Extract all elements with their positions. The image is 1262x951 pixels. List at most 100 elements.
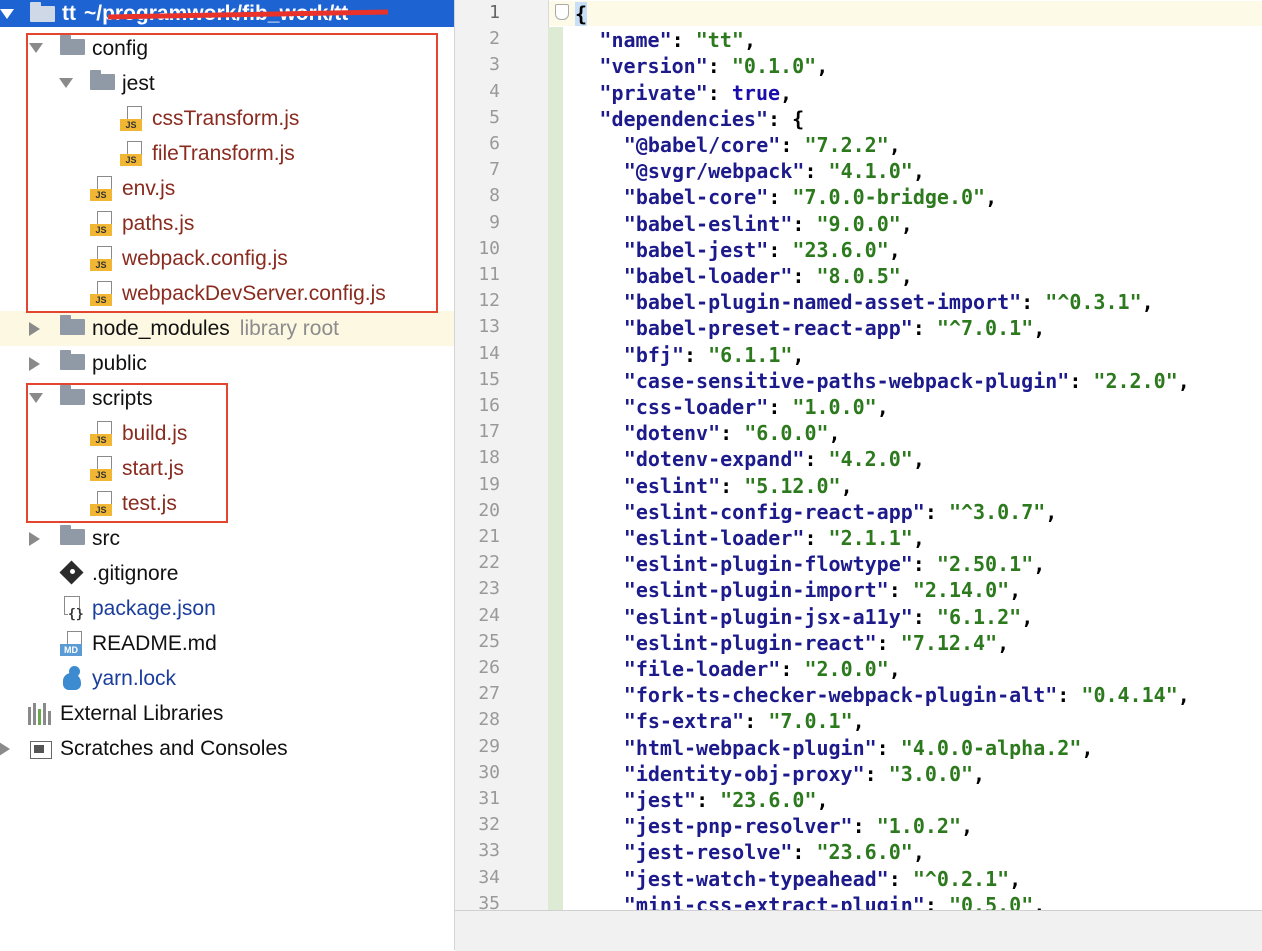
code-line[interactable]: "babel-jest": "23.6.0", [624,237,901,263]
tree-item-node-modules[interactable]: node_modules library root [0,311,454,346]
code-line[interactable]: "fs-extra": "7.0.1", [624,708,865,734]
fold-icon[interactable] [555,4,569,20]
json-string-value: 7.0.0-bridge.0 [804,185,974,210]
json-string-value: 5.12.0 [756,473,829,498]
json-key: jest-resolve [635,840,781,865]
line-number: 18 [478,447,500,469]
tree-item-readme-md[interactable]: MD README.md [0,626,454,661]
line-number: 19 [478,473,500,495]
json-string-value: tt [707,28,732,53]
folder-icon [60,350,85,370]
line-number: 23 [478,578,500,600]
code-line[interactable]: "eslint-plugin-import": "2.14.0", [624,577,1021,603]
code-line[interactable]: "@babel/core": "7.2.2", [624,132,901,158]
tree-item-gitignore[interactable]: .gitignore [0,556,454,591]
json-key: babel-eslint [635,211,781,236]
item-name: src [92,527,120,550]
tree-item-external-libraries[interactable]: External Libraries [0,696,454,731]
annotation-box-scripts [26,383,228,523]
json-key: dependencies [611,106,756,131]
json-string-value: 7.12.4 [912,630,986,655]
json-string-value: 8.0.5 [828,264,889,288]
json-string-value: 1.0.0 [804,395,865,419]
tree-item-scratches[interactable]: Scratches and Consoles [0,731,454,766]
json-string-value: 0.1.0 [743,54,805,79]
json-string-value: 23.6.0 [804,237,877,262]
code-line[interactable]: "private": true, [599,80,792,106]
code-line[interactable]: "babel-preset-react-app": "^7.0.1", [624,315,1045,341]
code-line[interactable]: "html-webpack-plugin": "4.0.0-alpha.2", [624,735,1094,761]
line-number: 17 [478,421,500,443]
code-line[interactable]: { [575,1,588,27]
code-line[interactable]: "case-sensitive-paths-webpack-plugin": "… [624,368,1190,394]
vcs-change-marker [548,27,563,910]
line-number: 7 [489,159,500,181]
json-key: eslint-plugin-react [635,630,865,655]
tree-root-row[interactable]: tt~/programwork/fib_work/tt [0,0,454,27]
code-line[interactable]: "version": "0.1.0", [599,53,828,79]
annotation-box-config [26,33,438,313]
json-key: babel-core [635,185,757,210]
json-string-value: 6.1.1 [720,342,781,367]
code-line[interactable]: "babel-loader": "8.0.5", [624,263,913,289]
json-string-value: 2.50.1 [948,552,1022,577]
markdown-file-icon: MD [60,631,83,657]
json-string-value: 4.1.0 [840,159,901,184]
json-string-value: 4.2.0 [840,447,901,472]
json-key: dotenv [635,421,709,446]
code-line[interactable]: "identity-obj-proxy": "3.0.0", [624,761,985,787]
code-line[interactable]: "name": "tt", [599,27,756,53]
code-line[interactable]: "jest-watch-typeahead": "^0.2.1", [624,866,1021,892]
code-line[interactable]: "dotenv-expand": "4.2.0", [624,446,925,472]
code-line[interactable]: "eslint-loader": "2.1.1", [624,525,925,551]
line-number: 15 [478,368,500,390]
item-name: .gitignore [92,562,179,585]
code-line[interactable]: "mini-css-extract-plugin": "0.5.0", [624,892,1046,910]
line-number: 13 [478,316,500,338]
code-line[interactable]: "eslint": "5.12.0", [624,473,853,499]
json-key: name [611,28,660,53]
code-editor[interactable]: 1 2 3 4 5 6 7 8 9 10 11 12 13 14 15 16 17 18 19 20 21 22 23 24 2… [455,0,1262,910]
code-line[interactable]: "eslint-plugin-react": "7.12.4", [624,630,1009,656]
json-key: case-sensitive-paths-webpack-plugin [635,368,1058,393]
code-line[interactable]: "dotenv": "6.0.0", [624,420,841,446]
json-string-value: ^7.0.1 [948,316,1022,341]
code-line[interactable]: "babel-core": "7.0.0-bridge.0", [624,184,997,210]
code-line[interactable]: "eslint-plugin-flowtype": "2.50.1", [624,551,1045,577]
json-key: bfj [635,342,672,367]
code-line[interactable]: "file-loader": "2.0.0", [624,656,901,682]
expand-arrow-icon[interactable] [29,532,40,546]
tree-item-package-json[interactable]: {} package.json [0,591,454,626]
expand-arrow-icon[interactable] [0,9,14,19]
code-line[interactable]: "babel-plugin-named-asset-import": "^0.3… [624,289,1154,315]
code-line[interactable]: "bfj": "6.1.1", [624,342,805,368]
tree-item-yarn-lock[interactable]: yarn.lock [0,661,454,696]
code-line[interactable]: "eslint-config-react-app": "^3.0.7", [624,499,1058,525]
code-line[interactable]: "fork-ts-checker-webpack-plugin-alt": "0… [624,682,1190,708]
expand-arrow-icon[interactable] [0,742,10,756]
tree-item-public[interactable]: public [0,346,454,381]
tree-item-src[interactable]: src [0,521,454,556]
code-line[interactable]: "eslint-plugin-jsx-a11y": "6.1.2", [624,604,1033,630]
code-line[interactable]: "dependencies": { [599,106,804,132]
item-name: public [92,352,147,375]
code-line[interactable]: "jest": "23.6.0", [624,787,829,813]
external-libraries-icon [28,703,54,725]
code-line[interactable]: "babel-eslint": "9.0.0", [624,211,913,237]
code-line[interactable]: "css-loader": "1.0.0", [624,394,889,420]
folder-icon [60,315,85,335]
json-key: html-webpack-plugin [635,735,865,760]
json-key: babel-jest [635,237,757,262]
expand-arrow-icon[interactable] [29,322,40,336]
json-file-icon: {} [60,596,84,622]
tree-item-label: src [92,525,120,552]
code-line[interactable]: "jest-resolve": "23.6.0", [624,839,925,865]
code-line[interactable]: "@svgr/webpack": "4.1.0", [624,158,925,184]
code-line[interactable]: "jest-pnp-resolver": "1.0.2", [624,813,973,839]
tree-item-label: node_modules library root [92,315,339,342]
json-string-value: 2.0.0 [816,657,877,681]
expand-arrow-icon[interactable] [29,357,40,371]
json-key: css-loader [635,395,757,419]
line-number: 31 [478,788,500,809]
json-string-value: 7.2.2 [816,133,877,157]
